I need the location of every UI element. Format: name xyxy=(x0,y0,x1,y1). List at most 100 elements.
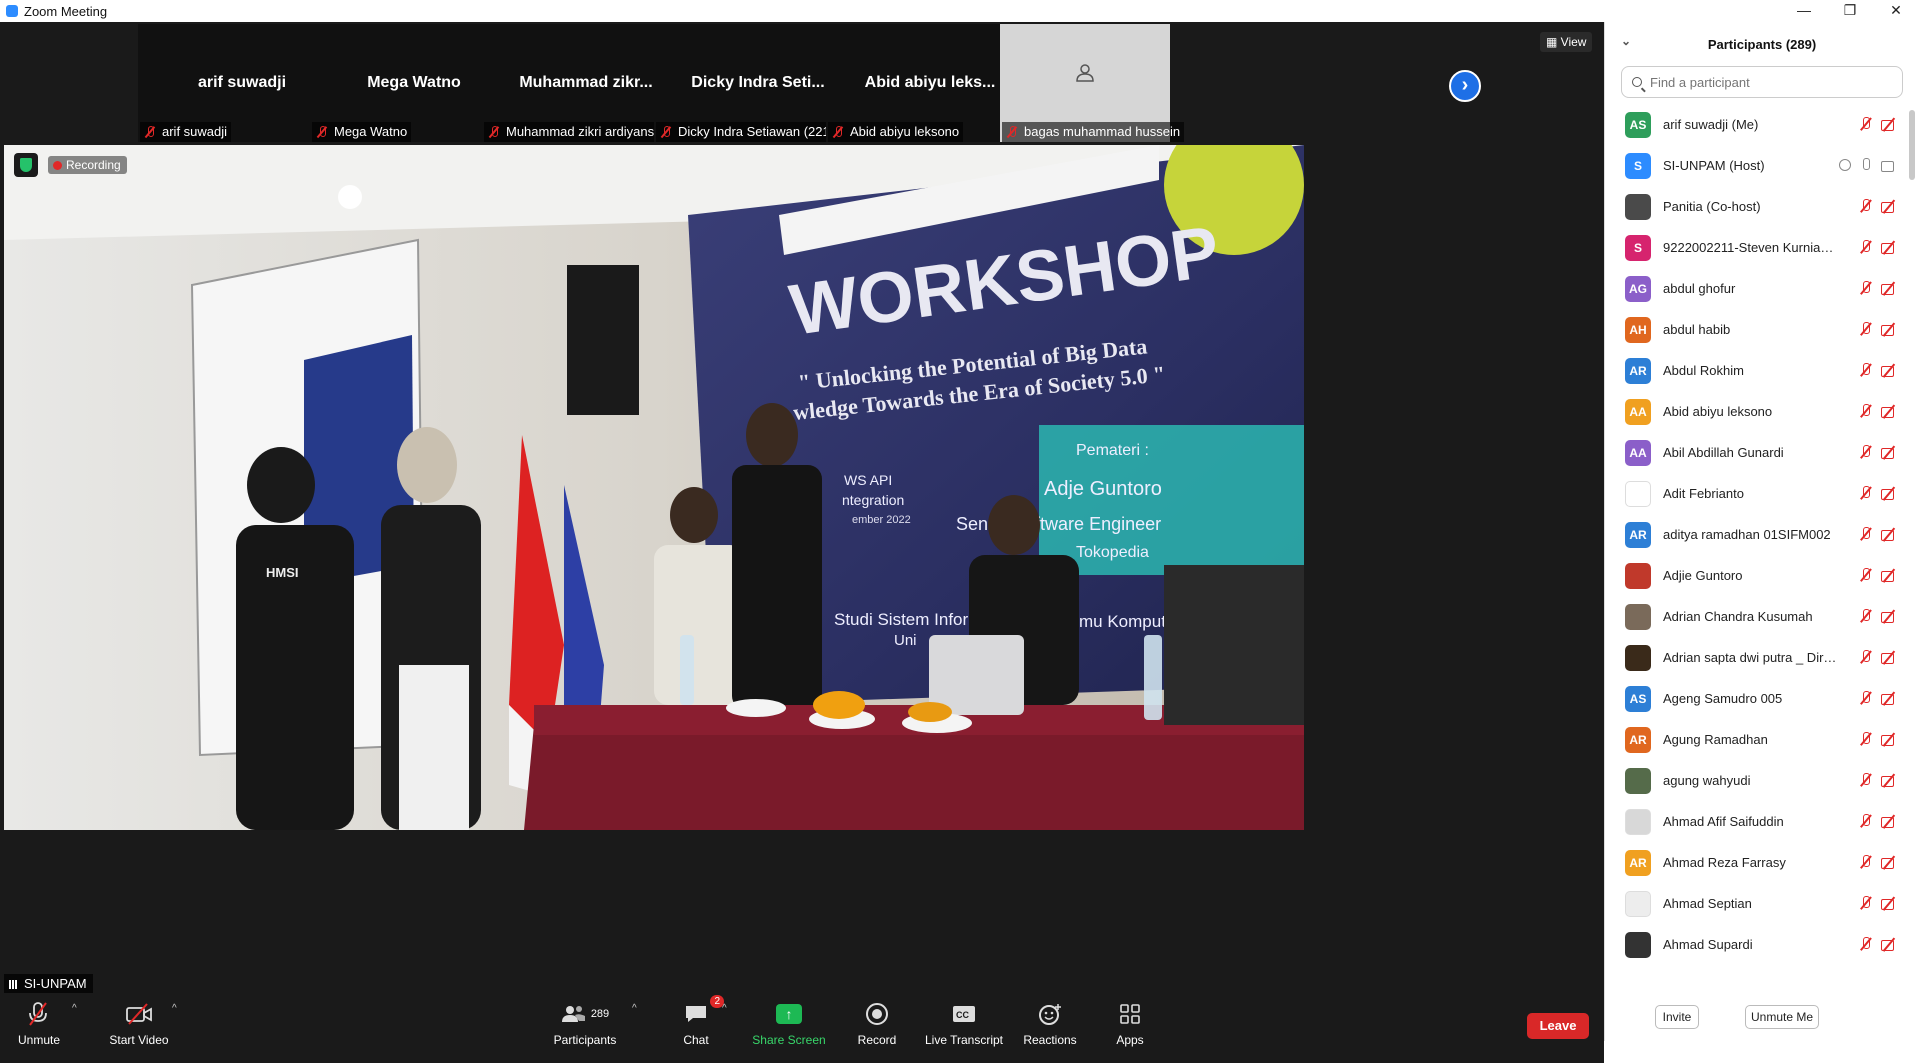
participant-name: 9222002211-Steven Kurniawan xyxy=(1663,240,1839,255)
avatar xyxy=(1625,644,1651,671)
participant-row[interactable]: AH abdul habib xyxy=(1605,309,1905,350)
participant-row[interactable]: AA Abil Abdillah Gunardi xyxy=(1605,432,1905,473)
participant-status-icons xyxy=(1859,363,1897,378)
participant-name: Adrian Chandra Kusumah xyxy=(1663,609,1813,624)
start-video-button[interactable]: Start Video xyxy=(104,999,174,1047)
restore-button[interactable]: ❐ xyxy=(1827,0,1873,22)
participant-row[interactable]: Ahmad Supardi xyxy=(1605,924,1905,965)
participant-name: abdul habib xyxy=(1663,322,1731,337)
title-bar: Zoom Meeting — ❐ ✕ xyxy=(0,0,1919,22)
participant-status-icons xyxy=(1859,691,1897,706)
share-screen-icon: ↑ xyxy=(776,1004,802,1024)
participant-row[interactable]: Ahmad Septian xyxy=(1605,883,1905,924)
participant-row[interactable]: S SI-UNPAM (Host) xyxy=(1605,145,1905,186)
minimize-button[interactable]: — xyxy=(1781,0,1827,22)
apps-button[interactable]: Apps xyxy=(1110,999,1150,1047)
participants-button[interactable]: 289 Participants xyxy=(548,999,622,1047)
participant-row[interactable]: Adrian Chandra Kusumah xyxy=(1605,596,1905,637)
participant-name: Ahmad Supardi xyxy=(1663,937,1753,952)
participant-name: Ageng Samudro 005 xyxy=(1663,691,1783,706)
avatar xyxy=(1625,480,1651,507)
banner-footer2: Uni xyxy=(894,632,917,649)
muted-mic-icon xyxy=(1859,322,1873,337)
audio-options-caret[interactable]: ^ xyxy=(72,1003,77,1014)
muted-mic-icon xyxy=(1859,568,1873,583)
participant-status-icons xyxy=(1859,527,1897,542)
video-off-icon xyxy=(1881,445,1897,460)
encryption-shield-icon[interactable] xyxy=(14,153,38,177)
participant-row[interactable]: AR Ahmad Reza Farrasy xyxy=(1605,842,1905,883)
record-button[interactable]: Record xyxy=(854,999,900,1047)
active-speaker-label: SI-UNPAM xyxy=(4,974,93,993)
tile-label: Abid abiyu leksono xyxy=(828,122,964,142)
video-options-caret[interactable]: ^ xyxy=(172,1003,177,1014)
video-off-icon xyxy=(1881,732,1897,747)
muted-mic-icon xyxy=(1859,527,1873,542)
participant-row[interactable]: AR Agung Ramadhan xyxy=(1605,719,1905,760)
muted-mic-icon xyxy=(488,126,500,138)
participant-row[interactable]: AR aditya ramadhan 01SIFM002 xyxy=(1605,514,1905,555)
muted-mic-icon xyxy=(1859,937,1873,952)
participants-icon xyxy=(561,1006,585,1022)
participant-row[interactable]: AS arif suwadji (Me) xyxy=(1605,104,1905,145)
recording-indicator[interactable]: Recording xyxy=(48,156,127,174)
avatar: AR xyxy=(1625,521,1651,548)
search-input[interactable] xyxy=(1650,74,1890,90)
scrollbar[interactable] xyxy=(1909,110,1915,180)
apps-icon xyxy=(1120,1004,1140,1024)
unmute-me-button[interactable]: Unmute Me xyxy=(1745,1005,1819,1029)
participant-name: abdul ghofur xyxy=(1663,281,1736,296)
svg-text:CC: CC xyxy=(956,1010,969,1020)
live-transcript-button[interactable]: CC Live Transcript xyxy=(924,999,1004,1047)
participant-row[interactable]: AR Abdul Rokhim xyxy=(1605,350,1905,391)
muted-mic-icon xyxy=(1859,486,1873,501)
participant-name: SI-UNPAM (Host) xyxy=(1663,158,1765,173)
muted-mic-icon xyxy=(1859,281,1873,296)
muted-mic-icon xyxy=(832,126,844,138)
participant-status-icons xyxy=(1859,609,1897,624)
participant-status-icons xyxy=(1859,814,1897,829)
muted-mic-icon xyxy=(1859,117,1873,132)
invite-button[interactable]: Invite xyxy=(1655,1005,1699,1029)
next-page-button[interactable]: › xyxy=(1449,70,1481,102)
reactions-button[interactable]: Reactions xyxy=(1022,999,1078,1047)
share-screen-button[interactable]: ↑ Share Screen xyxy=(752,999,826,1047)
chat-button[interactable]: 2 Chat xyxy=(676,995,724,1047)
avatar: AS xyxy=(1625,685,1651,712)
participant-status-icons xyxy=(1859,240,1897,255)
participant-row[interactable]: S 9222002211-Steven Kurniawan xyxy=(1605,227,1905,268)
muted-mic-icon xyxy=(1859,691,1873,706)
unmute-button[interactable]: Unmute xyxy=(18,999,60,1047)
tile-label: Mega Watno xyxy=(312,122,412,142)
participant-status-icons xyxy=(1859,568,1897,583)
participant-row[interactable]: AS Ageng Samudro 005 xyxy=(1605,678,1905,719)
chat-caret[interactable]: ^ xyxy=(722,1003,727,1014)
participant-status-icons xyxy=(1859,281,1897,296)
tile-label: Muhammad zikri ardiyansyah xyxy=(484,122,680,142)
video-off-icon xyxy=(1881,773,1897,788)
participant-row[interactable]: Ahmad Afif Saifuddin xyxy=(1605,801,1905,842)
muted-mic-icon xyxy=(1859,650,1873,665)
avatar: AS xyxy=(1625,111,1651,138)
muted-mic-icon xyxy=(144,126,156,138)
participant-row[interactable]: Adrian sapta dwi putra _ Direct... xyxy=(1605,637,1905,678)
window-title: Zoom Meeting xyxy=(24,3,108,19)
chevron-down-icon[interactable]: ⌄ xyxy=(1621,34,1631,48)
participant-row[interactable]: AG abdul ghofur xyxy=(1605,268,1905,309)
participant-row[interactable]: Panitia (Co-host) xyxy=(1605,186,1905,227)
view-button[interactable]: ▦ View xyxy=(1540,32,1593,52)
participant-row[interactable]: agung wahyudi xyxy=(1605,760,1905,801)
participant-row[interactable]: Adjie Guntoro xyxy=(1605,555,1905,596)
participant-search[interactable] xyxy=(1621,66,1903,98)
close-button[interactable]: ✕ xyxy=(1873,0,1919,22)
leave-button[interactable]: Leave xyxy=(1527,1013,1589,1039)
participant-name: Adjie Guntoro xyxy=(1663,568,1743,583)
participant-status-icons xyxy=(1859,773,1897,788)
participant-row[interactable]: Adit Febrianto xyxy=(1605,473,1905,514)
video-tile[interactable]: bagas muhammad hussein xyxy=(1000,24,1185,142)
participant-row[interactable]: AA Abid abiyu leksono xyxy=(1605,391,1905,432)
mic-icon xyxy=(1859,158,1873,173)
participant-status-icons xyxy=(1859,445,1897,460)
participant-status-icons xyxy=(1859,404,1897,419)
participants-caret[interactable]: ^ xyxy=(632,1003,637,1014)
